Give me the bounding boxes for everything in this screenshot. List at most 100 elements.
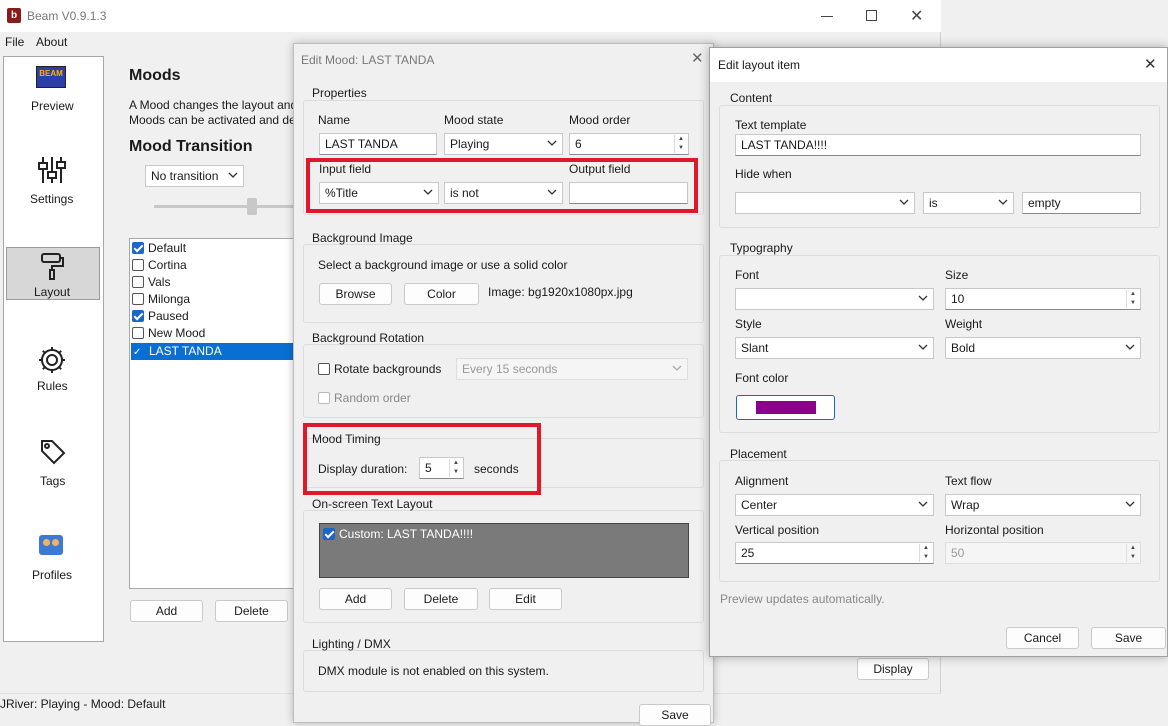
sidebar-item-tags[interactable]: Tags <box>4 435 103 495</box>
random-order-checkbox[interactable]: Random order <box>318 391 411 405</box>
transition-heading: Mood Transition <box>129 138 253 155</box>
dialog-title: Edit layout item <box>718 58 801 72</box>
mood-state-label: Mood state <box>444 113 504 127</box>
list-item[interactable]: New Mood <box>132 326 205 340</box>
alignment-label: Alignment <box>735 474 789 488</box>
chevron-down-icon <box>672 365 682 371</box>
vertical-position-value: 25 <box>741 546 755 560</box>
checkbox[interactable] <box>132 310 144 322</box>
mood-list[interactable]: Default Cortina Vals Milonga Paused New … <box>129 238 299 589</box>
text-flow-select[interactable]: Wrap <box>945 494 1141 516</box>
beam-logo-icon: BEAM <box>36 66 66 88</box>
image-filename: Image: bg1920x1080px.jpg <box>488 285 633 299</box>
transition-select[interactable]: No transition <box>145 165 244 187</box>
list-item[interactable]: Custom: LAST TANDA!!!! <box>323 527 473 541</box>
status-text: JRiver: Playing - Mood: Default <box>0 697 166 711</box>
sidebar-item-profiles[interactable]: Profiles <box>4 532 103 592</box>
add-layout-button[interactable]: Add <box>319 588 392 610</box>
sidebar: BEAM Preview Settings Layout Rules Tags … <box>3 56 104 642</box>
close-icon[interactable]: ✕ <box>691 49 704 67</box>
text-template-field[interactable]: LAST TANDA!!!! <box>735 134 1141 156</box>
mood-order-stepper[interactable]: 6 ▲ ▼ <box>569 133 689 155</box>
save-button[interactable]: Save <box>1091 627 1166 649</box>
sidebar-item-label: Profiles <box>32 568 73 582</box>
horizontal-position-stepper[interactable]: 50 ▲ ▼ <box>945 542 1141 564</box>
hide-value-field[interactable]: empty <box>1022 192 1141 214</box>
background-hint: Select a background image or use a solid… <box>318 258 568 272</box>
edit-layout-button[interactable]: Edit <box>489 588 562 610</box>
list-item[interactable]: Default <box>132 241 186 255</box>
chevron-down-icon <box>547 140 557 146</box>
spin-buttons[interactable]: ▲ ▼ <box>674 135 687 153</box>
description-line-1: A Mood changes the layout and <box>129 98 298 112</box>
color-button[interactable]: Color <box>404 283 479 305</box>
app-icon: b <box>7 8 21 23</box>
sidebar-item-preview[interactable]: BEAM Preview <box>4 62 103 122</box>
spin-buttons[interactable]: ▲ ▼ <box>1126 544 1139 562</box>
sidebar-item-settings[interactable]: Settings <box>4 152 103 212</box>
menu-about[interactable]: About <box>36 35 67 49</box>
alignment-select[interactable]: Center <box>735 494 934 516</box>
chevron-down-icon <box>1125 344 1135 350</box>
checkbox[interactable] <box>132 293 144 305</box>
font-color-swatch <box>756 401 816 414</box>
sidebar-item-layout[interactable]: Layout <box>6 247 100 300</box>
text-layout-list[interactable]: Custom: LAST TANDA!!!! <box>319 523 689 578</box>
list-item[interactable]: Paused <box>132 309 189 323</box>
hide-field-select[interactable] <box>735 192 915 214</box>
minimize-button[interactable] <box>821 16 833 17</box>
transition-slider-track <box>154 205 294 208</box>
style-select[interactable]: Slant <box>735 337 934 359</box>
cancel-button[interactable]: Cancel <box>1006 627 1079 649</box>
description-line-2: Moods can be activated and de <box>129 113 296 127</box>
add-mood-button[interactable]: Add <box>130 600 203 622</box>
interval-select[interactable]: Every 15 seconds <box>456 358 688 380</box>
checkbox[interactable] <box>132 259 144 271</box>
chevron-down-icon <box>1125 501 1135 507</box>
checkbox[interactable] <box>132 327 144 339</box>
close-button[interactable]: ✕ <box>910 6 923 26</box>
delete-mood-button[interactable]: Delete <box>215 600 288 622</box>
checkbox[interactable] <box>318 363 330 375</box>
maximize-button[interactable] <box>866 10 877 21</box>
highlight-box-input <box>306 158 698 213</box>
name-field[interactable]: LAST TANDA <box>319 133 437 155</box>
size-stepper[interactable]: 10 ▲ ▼ <box>945 288 1141 310</box>
chevron-down-icon <box>228 172 238 178</box>
dmx-message: DMX module is not enabled on this system… <box>318 664 549 678</box>
rotate-checkbox[interactable]: Rotate backgrounds <box>318 362 441 376</box>
sliders-icon <box>38 157 66 183</box>
menu-file[interactable]: File <box>5 35 24 49</box>
check-icon[interactable]: ✓ <box>133 347 145 358</box>
browse-button[interactable]: Browse <box>319 283 392 305</box>
vertical-position-stepper[interactable]: 25 ▲ ▼ <box>735 542 934 564</box>
preview-note: Preview updates automatically. <box>720 592 885 606</box>
sidebar-item-label: Tags <box>40 474 66 488</box>
chevron-down-icon <box>918 295 928 301</box>
list-item[interactable]: Vals <box>132 275 170 289</box>
checkbox[interactable] <box>132 242 144 254</box>
spin-buttons[interactable]: ▲ ▼ <box>1126 290 1139 308</box>
spin-buttons[interactable]: ▲ ▼ <box>919 544 932 562</box>
mood-state-select[interactable]: Playing <box>444 133 563 155</box>
display-button[interactable]: Display <box>857 658 929 680</box>
text-layout-heading: On-screen Text Layout <box>312 497 433 511</box>
text-flow-label: Text flow <box>945 474 992 488</box>
checkbox[interactable] <box>318 392 330 404</box>
list-item[interactable]: Milonga <box>132 292 190 306</box>
layout-item-dialog: Edit layout item ✕ Content Text template… <box>709 47 1168 657</box>
list-item-selected[interactable]: ✓ LAST TANDA <box>131 343 297 360</box>
sidebar-item-rules[interactable]: Rules <box>4 342 103 402</box>
weight-select[interactable]: Bold <box>945 337 1141 359</box>
delete-layout-button[interactable]: Delete <box>404 588 478 610</box>
font-color-button[interactable] <box>736 395 835 420</box>
dmx-heading: Lighting / DMX <box>312 637 391 651</box>
hide-operator-select[interactable]: is <box>923 192 1014 214</box>
font-select[interactable] <box>735 288 934 310</box>
checkbox[interactable] <box>132 276 144 288</box>
list-item[interactable]: Cortina <box>132 258 187 272</box>
transition-slider-thumb[interactable] <box>247 198 257 215</box>
close-icon[interactable]: ✕ <box>1144 55 1157 73</box>
checkbox[interactable] <box>323 528 335 540</box>
interval-value: Every 15 seconds <box>462 362 558 376</box>
